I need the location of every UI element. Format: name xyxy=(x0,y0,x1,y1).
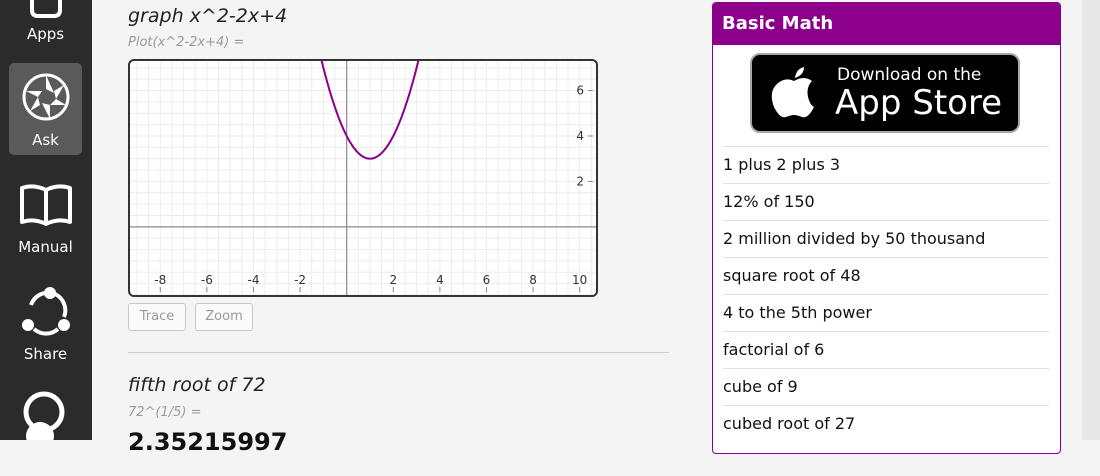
results-column: graph x^2-2x+4 Plot(x^2-2x+4) = -8 -6 -4 -2… xyxy=(92,0,692,456)
graph-plot[interactable]: -8 -6 -4 -2 2 4 6 8 10 2 4 6 xyxy=(128,59,598,297)
app-store-badge[interactable]: Download on the App Store xyxy=(750,53,1020,133)
example-item[interactable]: cube of 9 xyxy=(723,368,1049,405)
zoom-button[interactable]: Zoom xyxy=(195,303,253,331)
share-icon xyxy=(9,285,82,341)
sidebar-item-account[interactable] xyxy=(9,384,82,476)
appstore-small-text: Download on the xyxy=(837,65,982,85)
x-tick-label: -2 xyxy=(294,273,306,287)
example-item[interactable]: 12% of 150 xyxy=(723,183,1049,220)
x-tick-label: -8 xyxy=(154,273,166,287)
sidebar-item-ask[interactable]: Ask xyxy=(9,63,82,155)
x-tick-label: 6 xyxy=(483,273,491,287)
apple-icon xyxy=(770,65,818,125)
scrollbar[interactable] xyxy=(1082,0,1100,440)
example-item[interactable]: factorial of 6 xyxy=(723,331,1049,368)
sidebar-item-label: Apps xyxy=(26,25,65,43)
query-title: fifth root of 72 xyxy=(128,374,266,396)
sidebar: Apps Ask Manual Share xyxy=(0,0,92,440)
sidebar-item-label: Share xyxy=(23,345,68,363)
query-answer: 2.35215997 xyxy=(128,428,288,456)
query-title: graph x^2-2x+4 xyxy=(128,5,288,27)
x-tick-label: 4 xyxy=(436,273,444,287)
example-list: 1 plus 2 plus 3 12% of 150 2 million div… xyxy=(723,146,1049,442)
x-tick-label: -4 xyxy=(248,273,260,287)
example-item[interactable]: cubed root of 27 xyxy=(723,405,1049,442)
sidebar-item-apps[interactable]: Apps xyxy=(9,0,82,46)
plot-svg: -8 -6 -4 -2 2 4 6 8 10 2 4 6 xyxy=(130,61,596,295)
x-tick-label: 2 xyxy=(389,273,397,287)
y-tick-label: 4 xyxy=(576,129,584,143)
sidebar-item-label: Ask xyxy=(32,131,59,149)
book-icon xyxy=(9,182,82,228)
example-item[interactable]: 1 plus 2 plus 3 xyxy=(723,146,1049,183)
example-item[interactable]: 2 million divided by 50 thousand xyxy=(723,220,1049,257)
divider xyxy=(128,352,669,353)
x-tick-label: -6 xyxy=(201,273,213,287)
x-tick-label: 8 xyxy=(529,273,537,287)
query-subtitle: 72^(1/5) = xyxy=(128,405,202,420)
basic-math-panel: Basic Math Download on the App Store 1 p… xyxy=(712,2,1061,454)
sidebar-item-manual[interactable]: Manual xyxy=(9,170,82,262)
sidebar-item-label: Manual xyxy=(18,238,73,256)
y-tick-label: 6 xyxy=(576,84,584,98)
apps-icon xyxy=(9,0,82,18)
x-tick-label: 10 xyxy=(572,273,587,287)
trace-button[interactable]: Trace xyxy=(128,303,186,331)
appstore-big-text: App Store xyxy=(835,83,1003,123)
user-icon xyxy=(9,390,82,440)
example-item[interactable]: 4 to the 5th power xyxy=(723,294,1049,331)
panel-title: Basic Math xyxy=(713,3,1060,45)
example-item[interactable]: square root of 48 xyxy=(723,257,1049,294)
sidebar-item-share[interactable]: Share xyxy=(9,277,82,369)
y-tick-label: 2 xyxy=(576,174,584,188)
query-subtitle: Plot(x^2-2x+4) = xyxy=(128,35,245,50)
ask-icon xyxy=(9,71,82,123)
